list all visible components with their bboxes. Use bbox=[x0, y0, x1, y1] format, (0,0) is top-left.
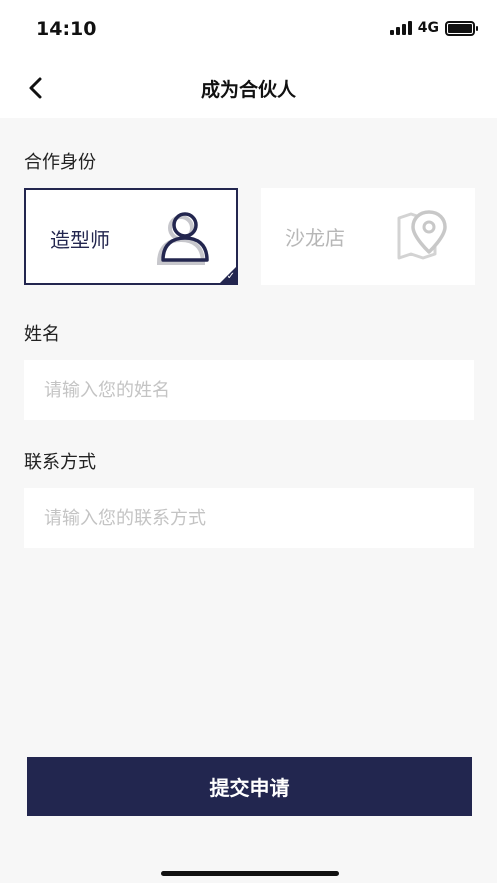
contact-label: 联系方式 bbox=[24, 452, 96, 473]
signal-icon bbox=[389, 21, 412, 35]
name-label: 姓名 bbox=[24, 324, 60, 345]
submit-button[interactable]: 提交申请 bbox=[27, 757, 472, 816]
network-type: 4G bbox=[417, 20, 439, 36]
status-indicators: 4G bbox=[389, 20, 478, 36]
battery-icon bbox=[445, 20, 478, 36]
status-time: 14:10 bbox=[36, 18, 97, 40]
home-indicator[interactable] bbox=[161, 871, 339, 876]
role-option-stylist[interactable]: 造型师 ✓ bbox=[24, 188, 238, 285]
role-option-label: 沙龙店 bbox=[285, 226, 345, 250]
name-input[interactable] bbox=[24, 360, 474, 420]
nav-bar: 成为合伙人 bbox=[0, 60, 497, 118]
page-title: 成为合伙人 bbox=[200, 79, 296, 101]
role-option-label: 造型师 bbox=[50, 228, 110, 252]
status-bar: 14:10 4G bbox=[0, 0, 497, 60]
contact-input[interactable] bbox=[24, 488, 474, 548]
role-option-salon[interactable]: 沙龙店 bbox=[261, 188, 475, 285]
role-section-label: 合作身份 bbox=[24, 152, 96, 173]
location-pin-icon bbox=[397, 210, 447, 260]
checkmark-icon: ✓ bbox=[226, 271, 235, 282]
person-icon bbox=[156, 212, 209, 265]
